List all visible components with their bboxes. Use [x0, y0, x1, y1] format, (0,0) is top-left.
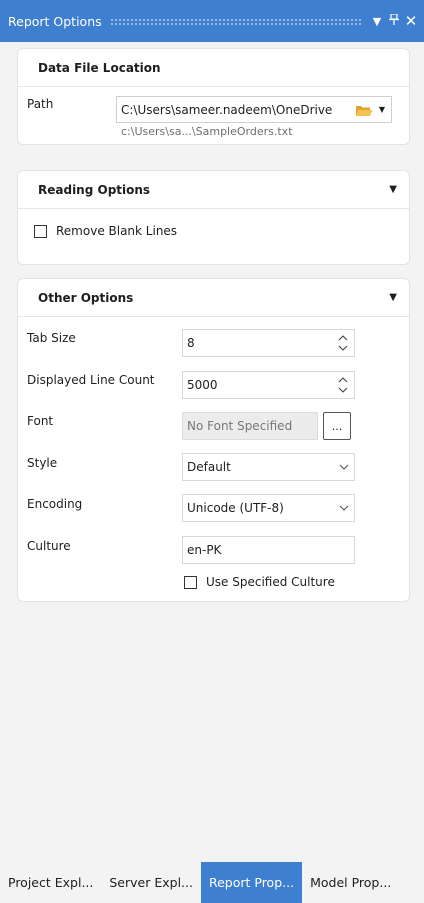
font-browse-button[interactable]: ... [323, 412, 351, 440]
font-label: Font [27, 414, 54, 428]
panel-title: Report Options [8, 13, 102, 29]
font-value: No Font Specified [187, 419, 293, 433]
tab-size-stepper[interactable]: 8 [182, 329, 355, 357]
line-count-stepper[interactable]: 5000 [182, 371, 355, 399]
tab-size-label: Tab Size [27, 331, 76, 345]
section-title: Reading Options [38, 182, 151, 197]
spinner-icon[interactable] [335, 334, 351, 352]
collapse-icon[interactable]: ▼ [389, 184, 397, 195]
panel-content: Data File Location Path C:\Users\sameer.… [0, 42, 424, 862]
close-icon[interactable]: ✕ [404, 12, 418, 30]
path-value: C:\Users\sameer.nadeem\OneDrive [121, 102, 333, 117]
section-title: Data File Location [38, 60, 161, 75]
tab-size-value: 8 [187, 336, 195, 350]
culture-label: Culture [27, 539, 71, 553]
tab-project-explorer[interactable]: Project Expl... [0, 862, 101, 903]
folder-open-icon[interactable] [355, 103, 373, 117]
remove-blank-lines-label: Remove Blank Lines [56, 224, 178, 238]
other-options-header[interactable]: Other Options ▼ [18, 279, 409, 317]
spinner-icon[interactable] [335, 376, 351, 394]
encoding-value: Unicode (UTF-8) [187, 501, 284, 515]
path-hint: c:\Users\sa...\SampleOrders.txt [121, 125, 293, 138]
chevron-down-icon[interactable] [334, 505, 354, 511]
chevron-down-icon[interactable] [334, 464, 354, 470]
encoding-label: Encoding [27, 497, 83, 511]
title-grip[interactable] [109, 17, 362, 25]
font-browse-label: ... [331, 419, 343, 433]
style-value: Default [187, 460, 231, 474]
font-field: No Font Specified [182, 412, 318, 440]
tab-server-explorer[interactable]: Server Expl... [101, 862, 201, 903]
path-label: Path [27, 97, 54, 111]
culture-input[interactable]: en-PK [182, 536, 355, 564]
encoding-select[interactable]: Unicode (UTF-8) [182, 494, 355, 522]
use-specified-culture-checkbox[interactable] [184, 576, 197, 589]
style-select[interactable]: Default [182, 453, 355, 481]
tab-report-properties[interactable]: Report Prop... [200, 862, 303, 903]
remove-blank-lines-checkbox[interactable] [34, 225, 47, 238]
section-title: Other Options [38, 290, 134, 305]
pin-icon[interactable] [387, 13, 401, 28]
collapse-icon[interactable]: ▼ [389, 292, 397, 303]
reading-options-section: Reading Options ▼ Remove Blank Lines [17, 170, 410, 265]
other-options-section: Other Options ▼ Tab Size 8 Displayed Lin… [17, 278, 410, 602]
use-specified-culture-label: Use Specified Culture [206, 575, 335, 589]
dropdown-icon[interactable]: ▼ [370, 15, 384, 28]
line-count-value: 5000 [187, 378, 218, 392]
tab-model-properties[interactable]: Model Prop... [302, 862, 399, 903]
bottom-tab-bar: Project Expl... Server Expl... Report Pr… [0, 862, 424, 903]
data-file-location-section: Data File Location Path C:\Users\sameer.… [17, 48, 410, 145]
path-dropdown-icon[interactable]: ▼ [379, 105, 385, 114]
culture-value: en-PK [187, 543, 222, 557]
panel-title-bar: Report Options ▼ ✕ [0, 0, 424, 42]
reading-options-header[interactable]: Reading Options ▼ [18, 171, 409, 209]
line-count-label: Displayed Line Count [27, 373, 155, 387]
path-input[interactable]: C:\Users\sameer.nadeem\OneDrive ▼ [116, 96, 392, 123]
style-label: Style [27, 456, 58, 470]
data-file-location-header: Data File Location [18, 49, 409, 87]
